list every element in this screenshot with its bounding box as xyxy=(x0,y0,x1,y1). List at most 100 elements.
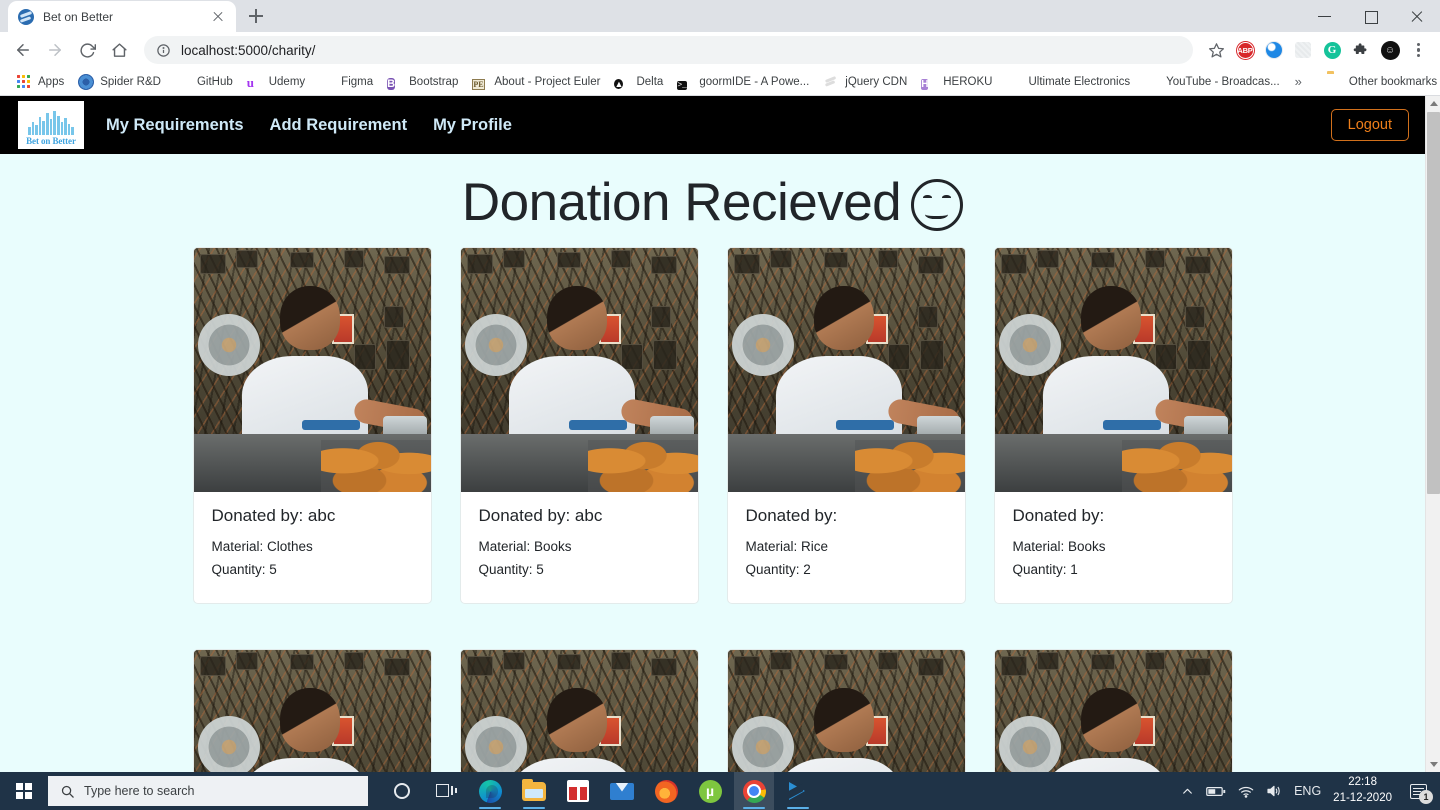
bookmarks-overflow-button[interactable]: » xyxy=(1287,74,1310,89)
taskbar-search-input[interactable]: Type here to search xyxy=(48,776,368,806)
bookmark-udemy[interactable]: u Udemy xyxy=(240,72,312,92)
bookmark-label: GitHub xyxy=(196,75,233,88)
bookmark-label: HEROKU xyxy=(943,75,993,88)
home-icon[interactable] xyxy=(104,35,134,65)
grammarly-icon[interactable]: G xyxy=(1319,37,1345,63)
bookmark-delta[interactable]: ▲ Delta xyxy=(607,72,670,92)
adblock-plus-icon[interactable]: ABP xyxy=(1232,37,1258,63)
site-logo[interactable]: Bet on Better xyxy=(18,101,84,149)
google-chrome-icon[interactable] xyxy=(734,772,774,810)
windows-taskbar: Type here to search µ ENG 22:18 21-12-20… xyxy=(0,772,1440,810)
maximize-icon[interactable] xyxy=(1348,0,1394,32)
windows-start-icon[interactable] xyxy=(0,772,48,810)
bookmark-label: Apps xyxy=(38,75,65,88)
mail-icon[interactable] xyxy=(602,772,642,810)
back-arrow-icon[interactable] xyxy=(8,35,38,65)
grammarly-label: G xyxy=(1323,41,1341,59)
firefox-icon[interactable] xyxy=(646,772,686,810)
close-icon[interactable] xyxy=(210,9,226,25)
search-icon xyxy=(60,784,75,799)
close-icon[interactable] xyxy=(1394,0,1440,32)
gift-app-icon[interactable] xyxy=(558,772,598,810)
blue-circle-extension-icon[interactable] xyxy=(1261,37,1287,63)
donation-card[interactable]: Donated by: abc Material: Books Quantity… xyxy=(459,247,699,605)
donation-card[interactable] xyxy=(993,649,1233,772)
utorrent-icon[interactable]: µ xyxy=(690,772,730,810)
bookmark-github[interactable]: GitHub xyxy=(168,72,240,92)
material-line: Material: Clothes xyxy=(212,535,413,558)
jquery-icon xyxy=(823,74,839,90)
scrollbar-thumb[interactable] xyxy=(1427,112,1440,494)
donation-card[interactable]: Donated by: abc Material: Clothes Quanti… xyxy=(192,247,432,605)
scroll-down-icon[interactable] xyxy=(1426,757,1440,772)
material-label: Material: xyxy=(745,539,798,554)
donation-card[interactable]: Donated by: Material: Rice Quantity: 2 xyxy=(726,247,966,605)
figma-icon xyxy=(319,74,335,90)
smiley-face-icon xyxy=(911,179,964,231)
profile-avatar-icon[interactable]: ☺ xyxy=(1377,37,1403,63)
task-view-icon[interactable] xyxy=(426,772,466,810)
bookmark-heroku[interactable]: H HEROKU xyxy=(914,72,999,92)
bookmark-bootstrap[interactable]: B Bootstrap xyxy=(380,72,465,92)
bookmark-spider-rd[interactable]: Spider R&D xyxy=(71,72,168,92)
street-food-vendor-photo xyxy=(994,248,1232,492)
extensions-puzzle-icon[interactable] xyxy=(1348,37,1374,63)
bookmark-project-euler[interactable]: PE About - Project Euler xyxy=(465,72,607,92)
clock[interactable]: 22:18 21-12-2020 xyxy=(1333,775,1392,806)
bookmark-jquery-cdn[interactable]: jQuery CDN xyxy=(816,72,914,92)
wifi-icon[interactable] xyxy=(1238,785,1254,798)
site-navbar: Bet on Better My Requirements Add Requir… xyxy=(0,96,1425,154)
bookmark-star-icon[interactable] xyxy=(1203,37,1229,63)
grey-extension-icon[interactable] xyxy=(1290,37,1316,63)
scroll-up-icon[interactable] xyxy=(1426,96,1440,111)
battery-icon[interactable] xyxy=(1206,785,1226,798)
material-line: Material: Books xyxy=(1013,535,1214,558)
donation-card[interactable] xyxy=(192,649,432,772)
donated-by-value: abc xyxy=(307,506,336,525)
show-hidden-icons-icon[interactable] xyxy=(1181,785,1194,798)
material-line: Material: Books xyxy=(479,535,680,558)
language-indicator[interactable]: ENG xyxy=(1294,784,1321,798)
page-content: Donation Recieved Donated by: abc Materi… xyxy=(0,154,1425,772)
bookmark-figma[interactable]: Figma xyxy=(312,72,380,92)
logout-button[interactable]: Logout xyxy=(1330,109,1409,141)
forward-arrow-icon[interactable] xyxy=(40,35,70,65)
browser-tab[interactable]: Bet on Better xyxy=(8,1,236,32)
material-value: Clothes xyxy=(267,539,313,554)
address-bar[interactable]: localhost:5000/charity/ xyxy=(144,36,1193,64)
donation-card[interactable] xyxy=(459,649,699,772)
minimize-icon[interactable] xyxy=(1302,0,1348,32)
bookmark-label: Ultimate Electronics xyxy=(1028,75,1131,88)
taskbar-app-buttons: µ xyxy=(382,772,818,810)
cortana-icon[interactable] xyxy=(382,772,422,810)
reload-icon[interactable] xyxy=(72,35,102,65)
bookmark-goormide[interactable]: >_ goormIDE - A Powe... xyxy=(670,72,816,92)
bookmark-label: Udemy xyxy=(268,75,306,88)
vs-code-icon[interactable] xyxy=(778,772,818,810)
donation-card[interactable] xyxy=(726,649,966,772)
donation-card[interactable]: Donated by: Material: Books Quantity: 1 xyxy=(993,247,1233,605)
other-bookmarks-button[interactable]: Other bookmarks xyxy=(1320,72,1440,92)
web-page: Bet on Better My Requirements Add Requir… xyxy=(0,96,1425,772)
material-value: Books xyxy=(534,539,572,554)
new-tab-button[interactable] xyxy=(242,2,270,30)
volume-icon[interactable] xyxy=(1266,784,1282,798)
page-scrollbar[interactable] xyxy=(1425,96,1440,772)
youtube-icon xyxy=(1144,74,1160,90)
info-circle-icon[interactable] xyxy=(156,43,171,58)
bookmark-apps[interactable]: Apps xyxy=(9,72,71,92)
nav-item-add-requirement[interactable]: Add Requirement xyxy=(270,116,408,135)
microsoft-edge-icon[interactable] xyxy=(470,772,510,810)
bookmarks-bar: Apps Spider R&D GitHub u Udemy Figma B B… xyxy=(0,68,1440,96)
nav-item-my-requirements[interactable]: My Requirements xyxy=(106,116,244,135)
bookmark-ultimate-electronics[interactable]: Ultimate Electronics xyxy=(999,72,1137,92)
notification-center-icon[interactable]: 1 xyxy=(1404,772,1433,810)
file-explorer-icon[interactable] xyxy=(514,772,554,810)
nav-item-my-profile[interactable]: My Profile xyxy=(433,116,512,135)
street-food-vendor-photo xyxy=(460,248,698,492)
bookmark-label: YouTube - Broadcas... xyxy=(1166,75,1280,88)
chrome-menu-icon[interactable] xyxy=(1406,37,1432,63)
bookmark-label: jQuery CDN xyxy=(845,75,908,88)
donated-by-line: Donated by: xyxy=(746,506,947,526)
bookmark-youtube[interactable]: YouTube - Broadcas... xyxy=(1137,72,1287,92)
